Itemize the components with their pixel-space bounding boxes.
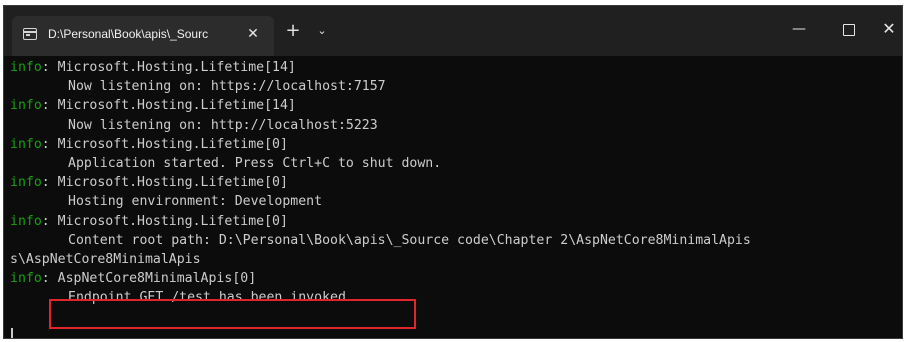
log-message: Content root path: D:\Personal\Book\apis…: [68, 232, 751, 248]
console-line: s\AspNetCore8MinimalApis: [10, 250, 902, 269]
minimize-button[interactable]: —: [784, 16, 814, 42]
terminal-icon: [23, 28, 37, 40]
console-line: info: Microsoft.Hosting.Lifetime[14]: [10, 58, 902, 77]
log-message: Now listening on: http://localhost:5223: [68, 117, 378, 133]
console-line: info: Microsoft.Hosting.Lifetime[14]: [10, 96, 902, 115]
log-level: info: [10, 136, 42, 152]
log-category: : Microsoft.Hosting.Lifetime[14]: [41, 98, 296, 114]
console-line: Application started. Press Ctrl+C to shu…: [10, 154, 902, 173]
maximize-button[interactable]: [834, 16, 864, 42]
console-line: Now listening on: http://localhost:5223: [10, 116, 902, 135]
console-output[interactable]: info: Microsoft.Hosting.Lifetime[14] Now …: [10, 58, 902, 307]
log-message: Hosting environment: Development: [68, 194, 323, 210]
console-line: info: Microsoft.Hosting.Lifetime[0]: [10, 212, 902, 231]
chevron-down-icon[interactable]: ⌄: [314, 22, 330, 40]
console-line: Content root path: D:\Personal\Book\apis…: [10, 231, 902, 250]
log-level: info: [10, 175, 42, 191]
log-level: info: [10, 271, 42, 287]
console-line: info: Microsoft.Hosting.Lifetime[0]: [10, 173, 902, 192]
terminal-window: D:\Personal\Book\apis\_Sourc ✕ + ⌄ — ✕ i…: [3, 5, 903, 339]
console-line: info: AspNetCore8MinimalApis[0]: [10, 269, 902, 288]
highlight-box: [49, 299, 416, 329]
log-level: info: [10, 98, 42, 114]
log-category: : Microsoft.Hosting.Lifetime[14]: [41, 60, 296, 75]
console-line: Now listening on: https://localhost:7157: [10, 77, 902, 96]
text-cursor: [11, 328, 13, 338]
log-level: info: [10, 213, 42, 229]
log-message: Now listening on: https://localhost:7157: [68, 79, 386, 95]
console-line: info: Microsoft.Hosting.Lifetime[0]: [10, 135, 902, 154]
log-category: : Microsoft.Hosting.Lifetime[0]: [41, 213, 288, 229]
log-category: : Microsoft.Hosting.Lifetime[0]: [41, 136, 288, 152]
close-window-button[interactable]: ✕: [874, 16, 902, 42]
title-bar: D:\Personal\Book\apis\_Sourc ✕ + ⌄ — ✕: [4, 6, 902, 56]
maximize-icon: [843, 23, 855, 36]
console-line: Hosting environment: Development: [10, 192, 902, 211]
terminal-tab[interactable]: D:\Personal\Book\apis\_Sourc ✕: [12, 16, 274, 56]
tab-title: D:\Personal\Book\apis\_Sourc: [48, 27, 209, 41]
log-message: Application started. Press Ctrl+C to shu…: [68, 155, 442, 171]
log-category: : AspNetCore8MinimalApis[0]: [41, 271, 257, 287]
log-message: s\AspNetCore8MinimalApis: [10, 251, 201, 267]
log-level: info: [10, 60, 42, 75]
log-category: : Microsoft.Hosting.Lifetime[0]: [41, 175, 288, 191]
tab-close-icon[interactable]: ✕: [244, 25, 262, 43]
new-tab-icon[interactable]: +: [284, 22, 302, 40]
